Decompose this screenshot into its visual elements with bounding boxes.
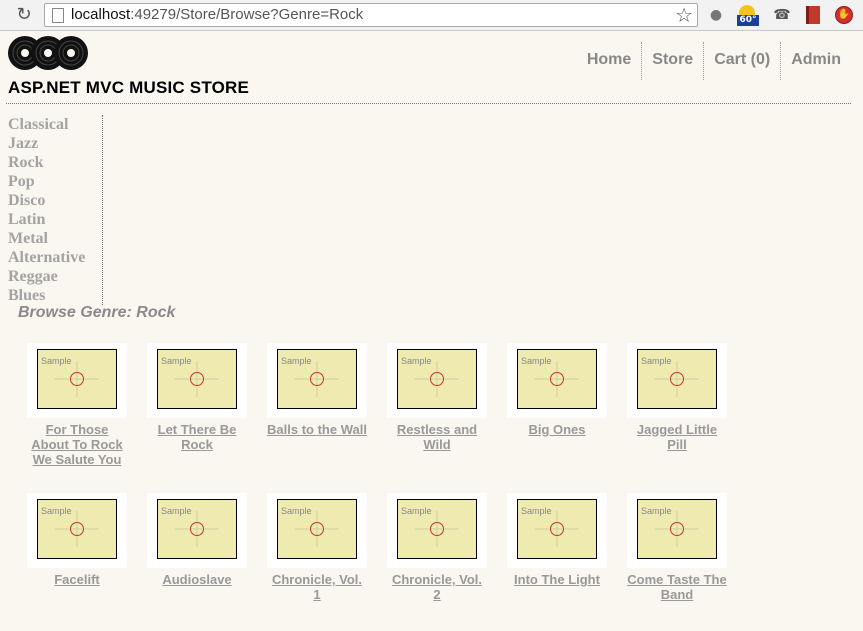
album-title-link[interactable]: Jagged Little Pill xyxy=(627,422,727,452)
album-item: Sample Balls to the Wall xyxy=(267,343,387,493)
genre-link-latin[interactable]: Latin xyxy=(8,210,102,229)
vinyl-records-logo[interactable] xyxy=(8,34,88,72)
url-host: localhost xyxy=(71,6,131,23)
album-title-link[interactable]: Into The Light xyxy=(507,572,607,587)
nav-cart[interactable]: Cart (0) xyxy=(703,42,780,80)
album-item: Sample Audioslave xyxy=(147,493,267,631)
speech-bubble-extension-icon[interactable]: ● xyxy=(706,5,726,25)
album-art-placeholder[interactable]: Sample xyxy=(627,493,727,568)
album-list: Sample For Those About To Rock We Salute… xyxy=(27,343,747,631)
browser-toolbar: ↻ localhost:49279/Store/Browse?Genre=Roc… xyxy=(0,0,863,31)
placeholder-label: Sample xyxy=(281,356,312,366)
album-art-placeholder[interactable]: Sample xyxy=(267,493,367,568)
genre-link-reggae[interactable]: Reggae xyxy=(8,267,102,286)
album-title-link[interactable]: Big Ones xyxy=(507,422,607,437)
placeholder-label: Sample xyxy=(41,356,72,366)
album-item: Sample Chronicle, Vol. 2 xyxy=(387,493,507,631)
album-art-placeholder[interactable]: Sample xyxy=(27,493,127,568)
url-text[interactable]: localhost:49279/Store/Browse?Genre=Rock xyxy=(71,6,363,24)
address-bar[interactable]: localhost:49279/Store/Browse?Genre=Rock … xyxy=(44,3,698,27)
album-title-link[interactable]: Come Taste The Band xyxy=(627,572,727,602)
album-title-link[interactable]: Chronicle, Vol. 2 xyxy=(387,572,487,602)
album-item: Sample Big Ones xyxy=(507,343,627,493)
page-icon xyxy=(52,8,64,23)
album-art-placeholder[interactable]: Sample xyxy=(627,343,727,418)
album-art-placeholder[interactable]: Sample xyxy=(27,343,127,418)
genre-link-rock[interactable]: Rock xyxy=(8,153,102,172)
genre-link-classical[interactable]: Classical xyxy=(8,115,102,134)
album-art-placeholder[interactable]: Sample xyxy=(147,343,247,418)
book-extension-icon[interactable] xyxy=(803,5,823,25)
reload-icon[interactable]: ↻ xyxy=(14,5,34,25)
album-art-placeholder[interactable]: Sample xyxy=(267,343,367,418)
album-title-link[interactable]: For Those About To Rock We Salute You xyxy=(27,422,127,467)
album-art-placeholder[interactable]: Sample xyxy=(507,343,607,418)
nav-home[interactable]: Home xyxy=(577,42,641,80)
placeholder-label: Sample xyxy=(521,356,552,366)
placeholder-label: Sample xyxy=(281,506,312,516)
album-item: Sample Come Taste The Band xyxy=(627,493,747,631)
placeholder-label: Sample xyxy=(641,356,672,366)
adblock-stop-icon[interactable]: ✋ xyxy=(834,5,854,25)
album-item: Sample Facelift xyxy=(27,493,147,631)
album-title-link[interactable]: Facelift xyxy=(27,572,127,587)
site-title: ASP.NET MVC MUSIC STORE xyxy=(8,78,250,97)
header-divider xyxy=(6,103,851,104)
genre-link-jazz[interactable]: Jazz xyxy=(8,134,102,153)
browse-genre-heading: Browse Genre: Rock xyxy=(18,304,176,321)
placeholder-label: Sample xyxy=(641,506,672,516)
nav-admin[interactable]: Admin xyxy=(780,42,851,80)
album-art-placeholder[interactable]: Sample xyxy=(507,493,607,568)
placeholder-label: Sample xyxy=(41,506,72,516)
placeholder-label: Sample xyxy=(401,356,432,366)
album-title-link[interactable]: Restless and Wild xyxy=(387,422,487,452)
album-art-placeholder[interactable]: Sample xyxy=(387,493,487,568)
genre-link-pop[interactable]: Pop xyxy=(8,172,102,191)
album-item: Sample Into The Light xyxy=(507,493,627,631)
album-art-placeholder[interactable]: Sample xyxy=(387,343,487,418)
genre-link-blues[interactable]: Blues xyxy=(8,286,102,305)
placeholder-label: Sample xyxy=(401,506,432,516)
weather-extension-icon[interactable]: 60° xyxy=(737,5,759,26)
weather-temp: 60° xyxy=(737,15,759,26)
placeholder-label: Sample xyxy=(161,356,192,366)
album-art-placeholder[interactable]: Sample xyxy=(147,493,247,568)
album-item: Sample Jagged Little Pill xyxy=(627,343,747,493)
album-title-link[interactable]: Let There Be Rock xyxy=(147,422,247,452)
album-item: Sample Restless and Wild xyxy=(387,343,507,493)
url-path: :49279/Store/Browse?Genre=Rock xyxy=(130,6,364,23)
genre-link-disco[interactable]: Disco xyxy=(8,191,102,210)
phone-extension-icon[interactable]: ☎ xyxy=(772,5,792,25)
album-item: Sample Let There Be Rock xyxy=(147,343,267,493)
bookmark-star-icon[interactable]: ☆ xyxy=(675,4,693,26)
album-item: Sample For Those About To Rock We Salute… xyxy=(27,343,147,493)
album-title-link[interactable]: Balls to the Wall xyxy=(267,422,367,437)
placeholder-label: Sample xyxy=(521,506,552,516)
placeholder-label: Sample xyxy=(161,506,192,516)
nav-store[interactable]: Store xyxy=(641,42,703,80)
genre-menu: Classical Jazz Rock Pop Disco Latin Meta… xyxy=(8,115,103,305)
album-item: Sample Chronicle, Vol. 1 xyxy=(267,493,387,631)
album-title-link[interactable]: Audioslave xyxy=(147,572,247,587)
genre-link-alternative[interactable]: Alternative xyxy=(8,248,102,267)
genre-link-metal[interactable]: Metal xyxy=(8,229,102,248)
album-title-link[interactable]: Chronicle, Vol. 1 xyxy=(267,572,367,602)
main-nav: Home Store Cart (0) Admin xyxy=(577,42,851,80)
